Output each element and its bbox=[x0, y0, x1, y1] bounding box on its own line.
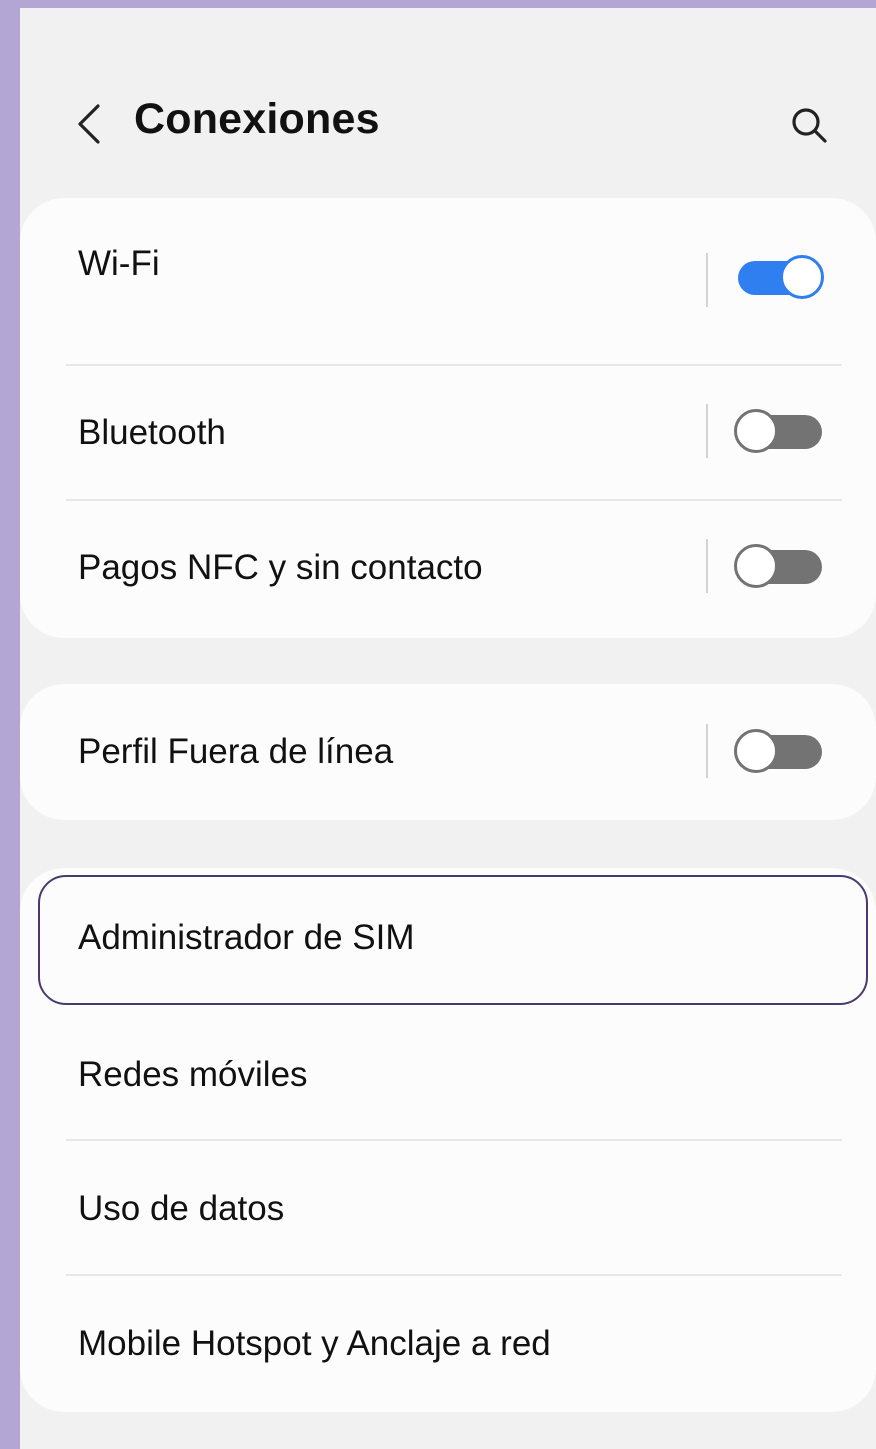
offline-card: Perfil Fuera de línea bbox=[20, 684, 876, 820]
setting-row-mobile-networks[interactable]: Redes móviles bbox=[20, 1008, 876, 1140]
hotspot-label: Mobile Hotspot y Anclaje a red bbox=[78, 1324, 551, 1363]
frame-top bbox=[0, 0, 876, 8]
data-usage-label: Uso de datos bbox=[78, 1189, 285, 1228]
sim-manager-highlight bbox=[38, 875, 868, 1005]
connections-card: Wi-Fi Bluetooth Pagos NFC y sin contacto bbox=[20, 198, 876, 638]
vertical-separator bbox=[706, 724, 708, 778]
frame-left bbox=[0, 0, 20, 1449]
search-icon bbox=[792, 108, 827, 143]
offline-profile-toggle[interactable] bbox=[734, 729, 826, 775]
setting-row-hotspot[interactable]: Mobile Hotspot y Anclaje a red bbox=[20, 1276, 876, 1412]
setting-row-wifi[interactable]: Wi-Fi bbox=[20, 198, 876, 366]
offline-profile-label: Perfil Fuera de línea bbox=[78, 732, 394, 771]
nfc-toggle[interactable] bbox=[734, 544, 826, 590]
setting-row-bluetooth[interactable]: Bluetooth bbox=[20, 366, 876, 500]
vertical-separator bbox=[706, 539, 708, 593]
mobile-networks-label: Redes móviles bbox=[78, 1055, 308, 1094]
setting-row-offline-profile[interactable]: Perfil Fuera de línea bbox=[20, 684, 876, 820]
setting-row-data-usage[interactable]: Uso de datos bbox=[20, 1141, 876, 1275]
toggle-thumb bbox=[734, 729, 778, 773]
vertical-separator bbox=[706, 404, 708, 458]
toggle-thumb bbox=[780, 255, 824, 299]
nfc-label: Pagos NFC y sin contacto bbox=[78, 548, 483, 587]
search-button[interactable] bbox=[778, 94, 842, 158]
setting-row-nfc[interactable]: Pagos NFC y sin contacto bbox=[20, 501, 876, 638]
vertical-separator bbox=[706, 253, 708, 307]
toggle-thumb bbox=[734, 409, 778, 453]
wifi-toggle[interactable] bbox=[734, 255, 826, 301]
back-button[interactable] bbox=[58, 92, 122, 156]
toggle-thumb bbox=[734, 544, 778, 588]
page-title: Conexiones bbox=[134, 95, 380, 143]
wifi-label: Wi-Fi bbox=[78, 244, 160, 283]
bluetooth-toggle[interactable] bbox=[734, 409, 826, 455]
chevron-left-icon bbox=[78, 104, 100, 144]
bluetooth-label: Bluetooth bbox=[78, 413, 226, 452]
